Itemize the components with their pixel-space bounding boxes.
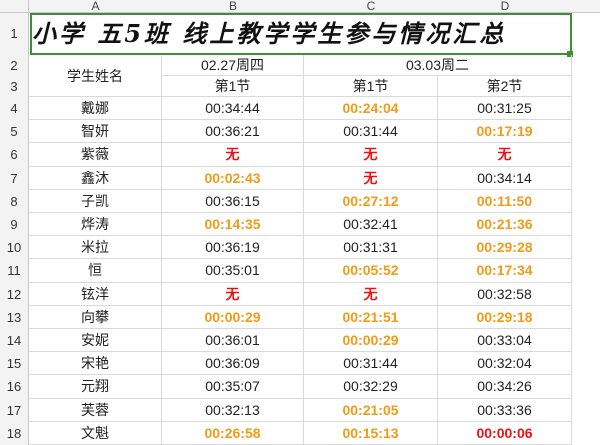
row-number[interactable]: 17 [0,398,29,422]
column-header-a[interactable]: A [29,0,162,13]
duration-cell[interactable]: 00:00:06 [438,421,572,445]
row-number[interactable]: 11 [0,259,29,283]
row-number[interactable]: 5 [0,120,29,144]
student-name-cell[interactable]: 恒 [29,259,162,283]
duration-cell[interactable]: 无 [438,143,572,167]
duration-cell[interactable]: 00:24:04 [304,97,438,121]
duration-cell[interactable]: 00:02:43 [162,166,304,190]
student-name-cell[interactable]: 安妮 [29,329,162,353]
duration-cell[interactable]: 00:21:05 [304,398,438,422]
row-number[interactable]: 8 [0,189,29,213]
row-number[interactable]: 15 [0,352,29,376]
student-name-cell[interactable]: 戴娜 [29,97,162,121]
row-number[interactable]: 1 [0,13,29,55]
duration-cell[interactable]: 00:33:36 [438,398,572,422]
header-date-2[interactable]: 03.03周二 [304,55,572,76]
column-header-c[interactable]: C [304,0,438,13]
duration-cell[interactable]: 00:31:44 [304,352,438,376]
student-name-cell[interactable]: 智妍 [29,120,162,144]
duration-cell[interactable]: 00:35:01 [162,259,304,283]
row-number[interactable]: 10 [0,236,29,260]
duration-cell[interactable]: 00:31:25 [438,97,572,121]
duration-cell[interactable]: 00:32:13 [162,398,304,422]
column-header-b[interactable]: B [162,0,304,13]
duration-cell[interactable]: 00:34:14 [438,166,572,190]
sheet-title[interactable]: 小学 五5班 线上教学学生参与情况汇总 [30,13,572,55]
corner-select-all[interactable] [0,0,29,13]
duration-cell[interactable]: 无 [304,282,438,306]
student-name-cell[interactable]: 紫薇 [29,143,162,167]
duration-cell[interactable]: 00:21:51 [304,305,438,329]
duration-cell[interactable]: 00:00:29 [304,329,438,353]
header-date-1[interactable]: 02.27周四 [162,55,304,76]
student-name-cell[interactable]: 元翔 [29,375,162,399]
duration-cell[interactable]: 00:36:19 [162,236,304,260]
spreadsheet: A B C D 1 2 3 小学 五5班 线上教学学生参与情况汇总 学生姓名 0… [0,0,600,445]
duration-cell[interactable]: 00:36:01 [162,329,304,353]
duration-cell[interactable]: 00:36:15 [162,189,304,213]
row-number[interactable]: 2 [0,55,29,76]
student-name-cell[interactable]: 铉洋 [29,282,162,306]
duration-cell[interactable]: 00:17:34 [438,259,572,283]
duration-cell[interactable]: 00:33:04 [438,329,572,353]
duration-cell[interactable]: 00:00:29 [162,305,304,329]
row-number[interactable]: 4 [0,97,29,121]
duration-cell[interactable]: 无 [162,282,304,306]
column-header-d[interactable]: D [438,0,572,13]
student-name-cell[interactable]: 子凯 [29,189,162,213]
duration-cell[interactable]: 00:36:21 [162,120,304,144]
duration-cell[interactable]: 00:29:28 [438,236,572,260]
header-student-name[interactable]: 学生姓名 [29,55,162,97]
row-number[interactable]: 18 [0,421,29,445]
duration-cell[interactable]: 无 [304,143,438,167]
row-number[interactable]: 14 [0,329,29,353]
duration-cell[interactable]: 00:34:26 [438,375,572,399]
row-number[interactable]: 9 [0,213,29,237]
student-name-cell[interactable]: 文魁 [29,421,162,445]
duration-cell[interactable]: 00:32:41 [304,213,438,237]
header-session[interactable]: 第1节 [162,76,304,97]
row-number[interactable]: 13 [0,305,29,329]
duration-cell[interactable]: 00:29:18 [438,305,572,329]
duration-cell[interactable]: 00:27:12 [304,189,438,213]
duration-cell[interactable]: 00:32:58 [438,282,572,306]
duration-cell[interactable]: 00:36:09 [162,352,304,376]
header-session[interactable]: 第1节 [304,76,438,97]
duration-cell[interactable]: 00:11:50 [438,189,572,213]
duration-cell[interactable]: 00:32:04 [438,352,572,376]
duration-cell[interactable]: 00:35:07 [162,375,304,399]
duration-cell[interactable]: 00:14:35 [162,213,304,237]
duration-cell[interactable]: 00:32:29 [304,375,438,399]
header-session[interactable]: 第2节 [438,76,572,97]
row-number[interactable]: 12 [0,282,29,306]
duration-cell[interactable]: 00:21:36 [438,213,572,237]
duration-cell[interactable]: 00:15:13 [304,421,438,445]
duration-cell[interactable]: 00:31:31 [304,236,438,260]
student-name-cell[interactable]: 宋艳 [29,352,162,376]
row-number[interactable]: 16 [0,375,29,399]
duration-cell[interactable]: 无 [304,166,438,190]
duration-cell[interactable]: 00:26:58 [162,421,304,445]
duration-cell[interactable]: 00:34:44 [162,97,304,121]
duration-cell[interactable]: 00:05:52 [304,259,438,283]
row-number[interactable]: 3 [0,76,29,97]
duration-cell[interactable]: 00:31:44 [304,120,438,144]
row-number[interactable]: 6 [0,143,29,167]
student-name-cell[interactable]: 芙蓉 [29,398,162,422]
student-name-cell[interactable]: 烨涛 [29,213,162,237]
student-name-cell[interactable]: 鑫沐 [29,166,162,190]
duration-cell[interactable]: 00:17:19 [438,120,572,144]
duration-cell[interactable]: 无 [162,143,304,167]
student-name-cell[interactable]: 向攀 [29,305,162,329]
student-name-cell[interactable]: 米拉 [29,236,162,260]
column-header-blank [572,0,600,13]
row-number[interactable]: 7 [0,166,29,190]
